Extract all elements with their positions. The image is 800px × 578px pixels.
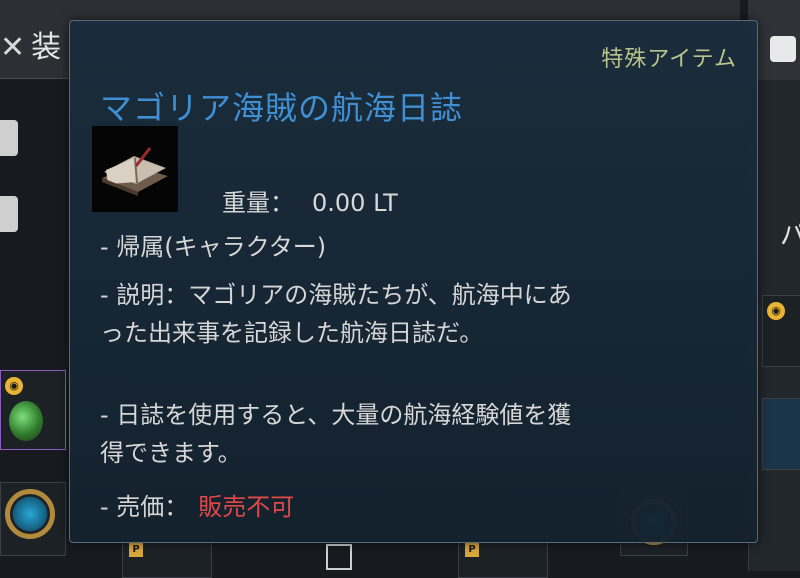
logbook-icon	[92, 126, 178, 212]
price-label: - 売価：	[100, 493, 189, 521]
slot-badge-icon: ◉	[767, 302, 785, 320]
right-panel-button[interactable]	[770, 36, 796, 62]
side-tab-weapon[interactable]	[0, 120, 18, 156]
necklace-item-icon	[9, 401, 43, 441]
weight-value: 0.00 LT	[312, 189, 398, 217]
item-category: 特殊アイテム	[601, 47, 737, 72]
item-usage-line1: - 日誌を使用すると、大量の航海経験値を獲	[100, 401, 572, 429]
close-icon[interactable]: ✕	[0, 30, 25, 65]
weight-label: 重量：	[222, 189, 294, 217]
inventory-checkbox[interactable]	[326, 544, 352, 570]
item-binding: - 帰属(キャラクター)	[100, 233, 327, 261]
pearl-badge-icon: P	[465, 543, 479, 557]
right-panel-label: パ	[780, 221, 800, 251]
item-description-line2: った出来事を記録した航海日誌だ。	[100, 319, 484, 347]
inventory-title: ✕ 装	[0, 22, 61, 66]
inventory-title-text: 装	[31, 30, 62, 65]
item-weight: 重量： 0.00 LT	[222, 183, 398, 218]
right-slot-1[interactable]: ◉	[762, 295, 800, 367]
item-tooltip: 特殊アイテム マゴリア海賊の航海日誌 重量： 0.00 LT - 帰属(キャラクタ…	[69, 20, 758, 543]
equipment-slot-ring[interactable]	[0, 482, 66, 556]
equipment-slot-necklace[interactable]: ◉	[0, 370, 66, 450]
item-usage-line2: 得できます。	[100, 439, 242, 467]
right-slot-2[interactable]	[762, 398, 800, 470]
item-name: マゴリア海賊の航海日誌	[100, 89, 464, 127]
item-price: - 売価： 販売不可	[100, 489, 294, 525]
item-description-line1: - 説明：マゴリアの海賊たちが、航海中にあ	[100, 281, 572, 309]
pearl-badge-icon: P	[129, 543, 143, 557]
slot-badge-icon: ◉	[5, 377, 23, 395]
ring-item-icon	[5, 489, 55, 539]
side-tab-tool[interactable]	[0, 196, 18, 232]
price-value: 販売不可	[198, 493, 295, 521]
